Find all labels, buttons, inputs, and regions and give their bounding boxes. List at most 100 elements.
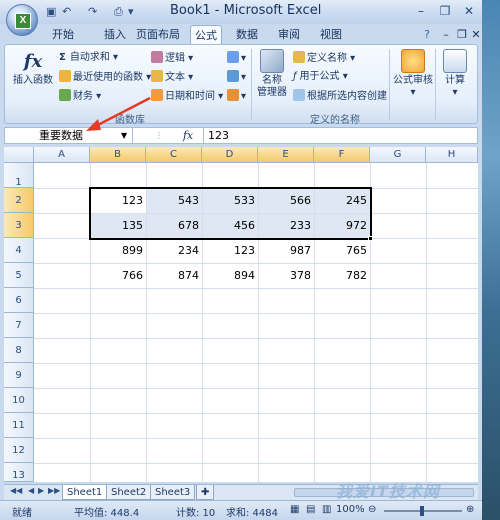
row-header-10[interactable]: 10: [4, 388, 34, 413]
cell-f4[interactable]: 765: [314, 238, 370, 263]
ribbon-close-icon[interactable]: ✕: [470, 25, 482, 44]
close-icon[interactable]: ✕: [458, 2, 480, 20]
undo-icon[interactable]: ↶: [62, 5, 71, 19]
row-header-12[interactable]: 12: [4, 438, 34, 463]
select-all-corner[interactable]: [4, 147, 34, 163]
sheet-tab-3[interactable]: Sheet3: [150, 485, 196, 500]
zoom-in-icon[interactable]: ⊕: [466, 504, 474, 515]
selection-border: [89, 187, 372, 240]
row-header-7[interactable]: 7: [4, 313, 34, 338]
formula-auditing-button[interactable]: 公式审核 ▾: [391, 49, 435, 99]
cell-b5[interactable]: 766: [90, 263, 146, 288]
name-box[interactable]: 重要数据 ▼: [5, 128, 133, 143]
tab-home[interactable]: 开始: [48, 25, 78, 44]
name-manager-button[interactable]: 名称 管理器: [255, 49, 289, 99]
sheet-tab-1[interactable]: Sheet1: [62, 485, 108, 500]
ribbon-separator: [251, 49, 252, 121]
use-in-formula-button[interactable]: ƒ 用于公式 ▾: [293, 70, 348, 84]
autosum-button[interactable]: Σ 自动求和 ▾: [59, 51, 118, 65]
cell-c5[interactable]: 874: [146, 263, 202, 288]
insert-function-button[interactable]: fx 插入函数: [13, 49, 53, 87]
tab-page-layout[interactable]: 页面布局: [134, 25, 182, 44]
column-header-h[interactable]: H: [426, 147, 478, 163]
gridline: [34, 413, 478, 414]
insert-sheet-icon[interactable]: ✚: [196, 485, 214, 500]
math-button[interactable]: ▾: [227, 70, 246, 85]
create-from-selection-button[interactable]: 根据所选内容创建: [293, 89, 387, 104]
ribbon-minimize-icon[interactable]: –: [440, 25, 452, 44]
column-header-g[interactable]: G: [370, 147, 426, 163]
column-header-f[interactable]: F: [314, 147, 370, 163]
help-icon[interactable]: ?: [420, 25, 434, 44]
save-icon[interactable]: ▣: [46, 5, 56, 19]
page-break-view-icon[interactable]: ▥: [322, 504, 331, 515]
row-header-8[interactable]: 8: [4, 338, 34, 363]
lookup-button[interactable]: ▾: [227, 51, 246, 66]
cell-d4[interactable]: 123: [202, 238, 258, 263]
tab-review[interactable]: 审阅: [274, 25, 304, 44]
last-sheet-icon[interactable]: ▶▶: [48, 486, 60, 495]
text-button[interactable]: 文本 ▾: [151, 70, 193, 85]
cell-e5[interactable]: 378: [258, 263, 314, 288]
row-header-11[interactable]: 11: [4, 413, 34, 438]
worksheet-grid[interactable]: A B C D E F G H 1 2 3 4 5 6 7 8 9 10 11 …: [4, 147, 478, 482]
row-header-2[interactable]: 2: [4, 188, 34, 213]
formula-bar: 重要数据 ▼ ⋮ fx 123: [4, 127, 478, 144]
fill-handle[interactable]: [368, 236, 373, 241]
zoom-slider-thumb[interactable]: [420, 506, 424, 516]
cell-b4[interactable]: 899: [90, 238, 146, 263]
financial-button[interactable]: 财务 ▾: [59, 89, 101, 104]
calculation-button[interactable]: 计算 ▾: [437, 49, 473, 99]
row-header-3[interactable]: 3: [4, 213, 34, 238]
row-header-1[interactable]: 1: [4, 163, 34, 188]
datetime-button[interactable]: 日期和时间 ▾: [151, 89, 223, 104]
column-header-d[interactable]: D: [202, 147, 258, 163]
normal-view-icon[interactable]: ▦: [290, 504, 299, 515]
ribbon-restore-icon[interactable]: ❐: [456, 25, 468, 44]
column-header-e[interactable]: E: [258, 147, 314, 163]
qat-dropdown-icon[interactable]: ▾: [128, 5, 134, 19]
gridline: [34, 288, 478, 289]
tab-data[interactable]: 数据: [232, 25, 262, 44]
minimize-icon[interactable]: –: [410, 2, 432, 20]
define-name-button[interactable]: 定义名称 ▾: [293, 51, 355, 66]
more-functions-button[interactable]: ▾: [227, 89, 246, 104]
row-header-5[interactable]: 5: [4, 263, 34, 288]
excel-logo-icon: X: [15, 13, 31, 29]
cell-d5[interactable]: 894: [202, 263, 258, 288]
column-header-c[interactable]: C: [146, 147, 202, 163]
logical-label: 逻辑: [165, 53, 185, 64]
first-sheet-icon[interactable]: ◀◀: [10, 486, 22, 495]
tab-formulas[interactable]: 公式: [190, 25, 222, 44]
next-sheet-icon[interactable]: ▶: [38, 486, 44, 495]
cell-e4[interactable]: 987: [258, 238, 314, 263]
name-box-dropdown-icon[interactable]: ▼: [121, 128, 127, 143]
formula-input[interactable]: 123: [203, 128, 473, 143]
office-button[interactable]: X: [6, 4, 38, 36]
cell-c4[interactable]: 234: [146, 238, 202, 263]
restore-icon[interactable]: ❐: [434, 2, 456, 20]
cell-f5[interactable]: 782: [314, 263, 370, 288]
column-header-a[interactable]: A: [34, 147, 90, 163]
row-header-4[interactable]: 4: [4, 238, 34, 263]
fx-icon: fx: [23, 51, 43, 72]
zoom-level[interactable]: 100%: [336, 504, 365, 515]
logical-button[interactable]: 逻辑 ▾: [151, 51, 193, 66]
window-title: Book1 - Microsoft Excel: [170, 3, 322, 18]
redo-icon[interactable]: ↷: [88, 5, 97, 19]
watermark: 我爱IT技术网: [336, 482, 440, 501]
sheet-tab-2[interactable]: Sheet2: [106, 485, 152, 500]
recent-functions-button[interactable]: 最近使用的函数 ▾: [59, 70, 151, 85]
zoom-out-icon[interactable]: ⊖: [368, 504, 376, 515]
insert-function-fx-button[interactable]: fx: [179, 128, 197, 143]
row-header-9[interactable]: 9: [4, 363, 34, 388]
row-header-6[interactable]: 6: [4, 288, 34, 313]
print-preview-icon[interactable]: ⎙: [114, 5, 123, 19]
column-header-b[interactable]: B: [90, 147, 146, 163]
sigma-icon: Σ: [59, 52, 66, 63]
page-layout-view-icon[interactable]: ▤: [306, 504, 315, 515]
tab-view[interactable]: 视图: [316, 25, 346, 44]
row-header-13[interactable]: 13: [4, 463, 34, 482]
prev-sheet-icon[interactable]: ◀: [28, 486, 34, 495]
tab-insert[interactable]: 插入: [100, 25, 130, 44]
